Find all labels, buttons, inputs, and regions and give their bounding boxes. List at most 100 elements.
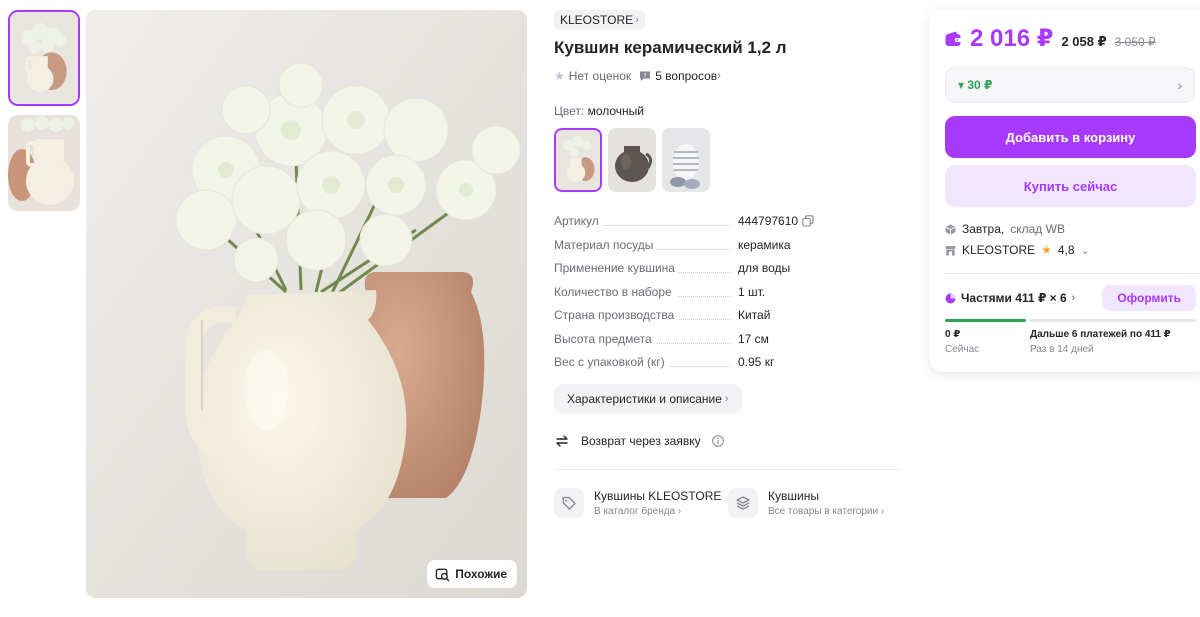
layers-icon [728,487,758,518]
rating-text[interactable]: Нет оценок [569,69,631,83]
chevron-right-icon: › [635,14,639,26]
spec-key: Страна производства [554,308,679,322]
variant-milky[interactable] [554,128,602,192]
price-regular: 2 058 ₽ [1061,34,1107,49]
similar-label: Похожие [455,567,507,581]
wallet-icon [945,31,961,46]
questions-link[interactable]: 5 вопросов [655,69,717,83]
question-icon: ? [640,71,651,81]
installments-button[interactable]: Оформить [1102,285,1196,311]
catalog-links: Кувшины KLEOSTORE В каталог бренда › Кув… [554,487,902,518]
copy-icon[interactable] [802,215,814,227]
spec-row: Материал посуды керамика [554,237,902,262]
pay-now-label: Сейчас [945,344,980,355]
seller-rating: 4,8 [1057,243,1075,257]
chevron-right-icon: › [1071,292,1076,304]
payment-schedule: 0 ₽ Сейчас Дальше 6 платежей по 411 ₽ Ра… [945,329,1196,355]
similar-button[interactable]: Похожие [427,560,517,588]
buy-card: 2 016 ₽ 2 058 ₽ 3 050 ₽ ▾ 30 ₽ › Добавит… [929,10,1200,372]
category-link[interactable]: Кувшины Все товары в категории › [728,487,902,518]
seller-info[interactable]: KLEOSTORE ★ 4,8 ⌄ [945,243,1200,257]
thumbnail-image [10,12,78,104]
pay-later-label: Раз в 14 дней [1030,344,1094,355]
spec-value: для воды [738,261,791,275]
specs-table: Артикул 444797610 Материал посуды керами… [554,214,902,379]
spec-key: Применение кувшина [554,261,679,275]
spec-key: Вес с упаковкой (кг) [554,355,669,369]
spec-row: Количество в наборе 1 шт. [554,284,902,309]
pay-later: Дальше 6 платежей по 411 ₽ Раз в 14 дней [1030,329,1171,355]
brand-name: KLEOSTORE [560,13,634,27]
installments-link[interactable]: Частями 411 ₽ × 6 › [945,291,1075,305]
link-subtitle: Все товары в категории › [768,505,885,517]
color-row: Цвет: молочный [554,104,902,118]
add-to-cart-button[interactable]: Добавить в корзину [945,116,1196,158]
spec-key: Высота предмета [554,331,656,346]
return-arrows-icon [556,434,568,447]
box-icon [945,224,956,234]
thumbnail-1[interactable] [8,10,80,106]
spec-value: 0.95 кг [738,355,775,369]
progress-paid [945,319,1026,322]
variant-image [662,128,710,192]
product-title: Кувшин керамический 1,2 л [554,38,787,57]
link-subtitle: В каталог бренда › [594,505,682,517]
brand-catalog-link[interactable]: Кувшины KLEOSTORE В каталог бренда › [554,487,728,518]
buy-now-button[interactable]: Купить сейчас [945,165,1196,207]
main-product-photo[interactable]: Похожие [86,10,527,598]
link-title: Кувшины KLEOSTORE [594,488,722,503]
pay-later-amount: Дальше 6 платежей по 411 ₽ [1030,329,1171,340]
brand-link[interactable]: KLEOSTORE › [554,10,645,30]
warehouse: склад WB [1010,222,1065,236]
divider [945,273,1200,274]
price-row: 2 016 ₽ 2 058 ₽ 3 050 ₽ [945,24,1200,53]
pie-chart-icon [945,293,956,303]
variant-dark[interactable] [608,128,656,192]
discount-value: ▾ 30 ₽ [958,78,993,92]
chevron-right-icon: › [717,70,721,82]
product-info: KLEOSTORE › Кувшин керамический 1,2 л ★ … [554,10,902,518]
thumbnail-image [8,115,80,211]
star-icon: ★ [1041,243,1052,257]
spec-value: 1 шт. [738,284,766,299]
price-old: 3 050 ₽ [1114,35,1156,49]
spec-value: Китай [738,308,771,322]
seller-name: KLEOSTORE [962,243,1036,257]
info-icon[interactable] [711,434,724,447]
return-policy: Возврат через заявку [554,433,902,449]
variant-striped[interactable] [662,128,710,192]
spec-key: Количество в наборе [554,284,676,299]
thumbnail-list [8,10,80,220]
pay-now: 0 ₽ Сейчас [945,329,1030,355]
spec-value: 444797610 [738,214,814,228]
price-wallet: 2 016 ₽ [970,25,1054,52]
divider [554,468,902,470]
spec-row: Применение кувшина для воды [554,261,902,285]
rating-row: ★ Нет оценок ? 5 вопросов › [554,69,902,83]
installments-row: Частями 411 ₽ × 6 › Оформить [945,285,1196,311]
pay-now-amount: 0 ₽ [945,329,961,340]
characteristics-label: Характеристики и описание [567,391,722,406]
delivery-info: Завтра, склад WB [945,222,1200,236]
delivery-date: Завтра, [962,222,1005,236]
search-similar-icon [435,568,450,581]
chevron-right-icon: › [724,392,729,405]
discount-box[interactable]: ▾ 30 ₽ › [945,67,1195,103]
spec-value: керамика [738,237,791,252]
payment-progress [945,319,1196,322]
return-text: Возврат через заявку [581,433,701,448]
color-label: Цвет: [554,104,585,118]
product-image [86,10,527,598]
spec-key: Материал посуды [554,237,658,252]
spec-row: Вес с упаковкой (кг) 0.95 кг [554,355,902,379]
color-variants [554,128,902,192]
chevron-down-icon: ⌄ [1080,244,1090,257]
spec-row: Высота предмета 17 см [554,331,902,356]
store-icon [945,245,956,255]
characteristics-button[interactable]: Характеристики и описание › [554,383,742,414]
color-value: молочный [587,104,644,118]
installments-text: Частями 411 ₽ × 6 [961,291,1067,305]
thumbnail-2[interactable] [8,115,80,211]
spec-row: Страна производства Китай [554,308,902,332]
link-title: Кувшины [768,488,819,503]
